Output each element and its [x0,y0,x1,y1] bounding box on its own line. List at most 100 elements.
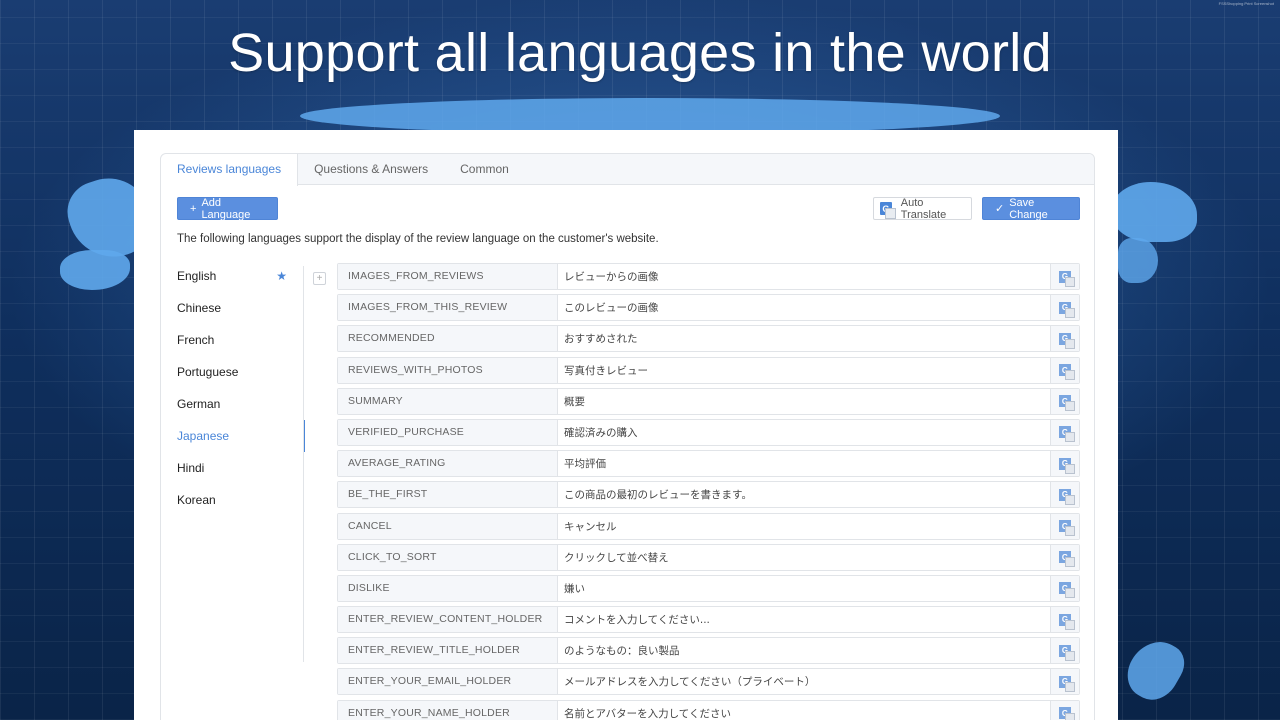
translate-row-button[interactable]: G [1050,326,1079,352]
google-translate-icon: G [1059,457,1075,474]
translation-value-input[interactable] [558,388,1050,414]
language-label: French [177,333,215,347]
google-translate-icon: G [1059,395,1075,412]
language-item-english[interactable]: English ★ [161,260,305,292]
translate-row-button[interactable]: G [1050,607,1079,633]
plus-icon: + [190,202,197,215]
translation-row: IMAGES_FROM_THIS_REVIEW G [337,294,1080,322]
translation-row: CANCEL G [337,512,1080,540]
translation-value-input[interactable] [558,669,1050,695]
google-translate-icon: G [1059,644,1075,661]
translation-key: CLICK_TO_SORT [338,544,558,570]
save-change-button[interactable]: ✓ Save Change [982,197,1080,221]
translation-value-input[interactable] [558,513,1050,539]
tab-reviews-languages[interactable]: Reviews languages [161,154,299,186]
translation-value-input[interactable] [558,575,1050,601]
google-translate-icon: G [1059,426,1075,443]
language-label: Hindi [177,461,205,475]
add-language-button[interactable]: + Add Language [177,196,278,221]
translation-value-input[interactable] [558,482,1050,508]
language-item-japanese[interactable]: Japanese [161,420,305,452]
translation-key: ENTER_REVIEW_TITLE_HOLDER [338,638,558,664]
translation-value-input[interactable] [558,607,1050,633]
translate-row-button[interactable]: G [1050,482,1079,508]
check-icon: ✓ [995,203,1005,215]
google-translate-icon: G [1059,332,1075,349]
translation-key: CANCEL [338,513,558,539]
translate-row-button[interactable]: G [1050,513,1079,539]
google-translate-icon: G [1059,520,1075,536]
google-translate-icon: G [1059,675,1075,692]
translation-row: CLICK_TO_SORT G [337,543,1080,571]
translate-row-button[interactable]: G [1050,575,1079,601]
language-item-korean[interactable]: Korean [161,484,305,516]
translation-row: ENTER_REVIEW_CONTENT_HOLDER G [337,606,1080,634]
google-translate-icon: G [1059,551,1075,568]
translation-key: IMAGES_FROM_REVIEWS [338,264,558,289]
translation-value-input[interactable] [558,700,1050,720]
translation-value-input[interactable] [558,326,1050,352]
translation-key: IMAGES_FROM_THIS_REVIEW [338,295,558,321]
translation-row: RECOMMENDED G [337,325,1080,353]
translation-key: ENTER_YOUR_NAME_HOLDER [338,700,558,720]
language-label: Japanese [177,429,230,443]
translate-row-button[interactable]: G [1050,638,1079,664]
headline: Support all languages in the world [228,23,1052,83]
translation-value-input[interactable] [558,357,1050,383]
language-item-chinese[interactable]: Chinese [161,292,305,324]
map-continent [300,98,1000,134]
translation-key: ENTER_REVIEW_CONTENT_HOLDER [338,607,558,633]
language-label: Portuguese [177,365,239,379]
language-label: Chinese [177,301,222,315]
language-list: English ★ Chinese French Portuguese German Jap… [161,260,305,516]
google-translate-icon: G [1059,613,1075,630]
translation-value-input[interactable] [558,264,1050,289]
language-item-french[interactable]: French [161,324,305,356]
translation-value-input[interactable] [558,295,1050,321]
translation-value-input[interactable] [558,451,1050,477]
translation-row: ENTER_REVIEW_TITLE_HOLDER G [337,637,1080,665]
translation-row: ENTER_YOUR_NAME_HOLDER G [337,699,1080,720]
language-label: Korean [177,493,216,507]
map-continent [1118,238,1158,283]
language-settings-card: Reviews languages Questions & Answers Comm… [160,153,1095,720]
translation-row: REVIEWS_WITH_PHOTOS G [337,356,1080,384]
google-translate-icon: G [1059,582,1075,599]
translation-row: AVERAGE_RATING G [337,450,1080,478]
translation-key: VERIFIED_PURCHASE [338,419,558,445]
translate-row-button[interactable]: G [1050,544,1079,570]
translation-key: DISLIKE [338,575,558,601]
language-item-german[interactable]: German [161,388,305,420]
translate-row-button[interactable]: G [1050,419,1079,445]
translate-row-button[interactable]: G [1050,700,1079,720]
translation-row: SUMMARY G [337,387,1080,415]
tab-questions-answers[interactable]: Questions & Answers [298,154,444,185]
translation-value-input[interactable] [558,544,1050,570]
translation-key: RECOMMENDED [338,326,558,352]
translation-row: DISLIKE G [337,574,1080,602]
translate-row-button[interactable]: G [1050,669,1079,695]
expand-toggle[interactable]: + [313,272,326,285]
translation-value-input[interactable] [558,638,1050,664]
add-language-label: Add Language [201,196,251,221]
language-item-portuguese[interactable]: Portuguese [161,356,305,388]
translate-row-button[interactable]: G [1050,388,1079,414]
language-item-hindi[interactable]: Hindi [161,452,305,484]
default-star-icon: ★ [276,269,287,283]
translation-key: SUMMARY [338,388,558,414]
translate-row-button[interactable]: G [1050,357,1079,383]
tab-common[interactable]: Common [444,154,525,185]
translation-key: ENTER_YOUR_EMAIL_HOLDER [338,669,558,695]
language-label: German [177,397,221,411]
google-translate-icon: G [1059,364,1075,381]
language-label: English [177,269,217,283]
translate-row-button[interactable]: G [1050,264,1079,289]
translate-row-button[interactable]: G [1050,295,1079,321]
translate-row-button[interactable]: G [1050,451,1079,477]
google-translate-icon: G [1059,488,1075,505]
auto-translate-button[interactable]: G Auto Translate [873,197,972,221]
google-translate-icon: G [1059,707,1075,720]
translation-value-input[interactable] [558,419,1050,445]
translation-key: REVIEWS_WITH_PHOTOS [338,357,558,383]
app-panel: Reviews languages Questions & Answers Comm… [134,130,1118,720]
